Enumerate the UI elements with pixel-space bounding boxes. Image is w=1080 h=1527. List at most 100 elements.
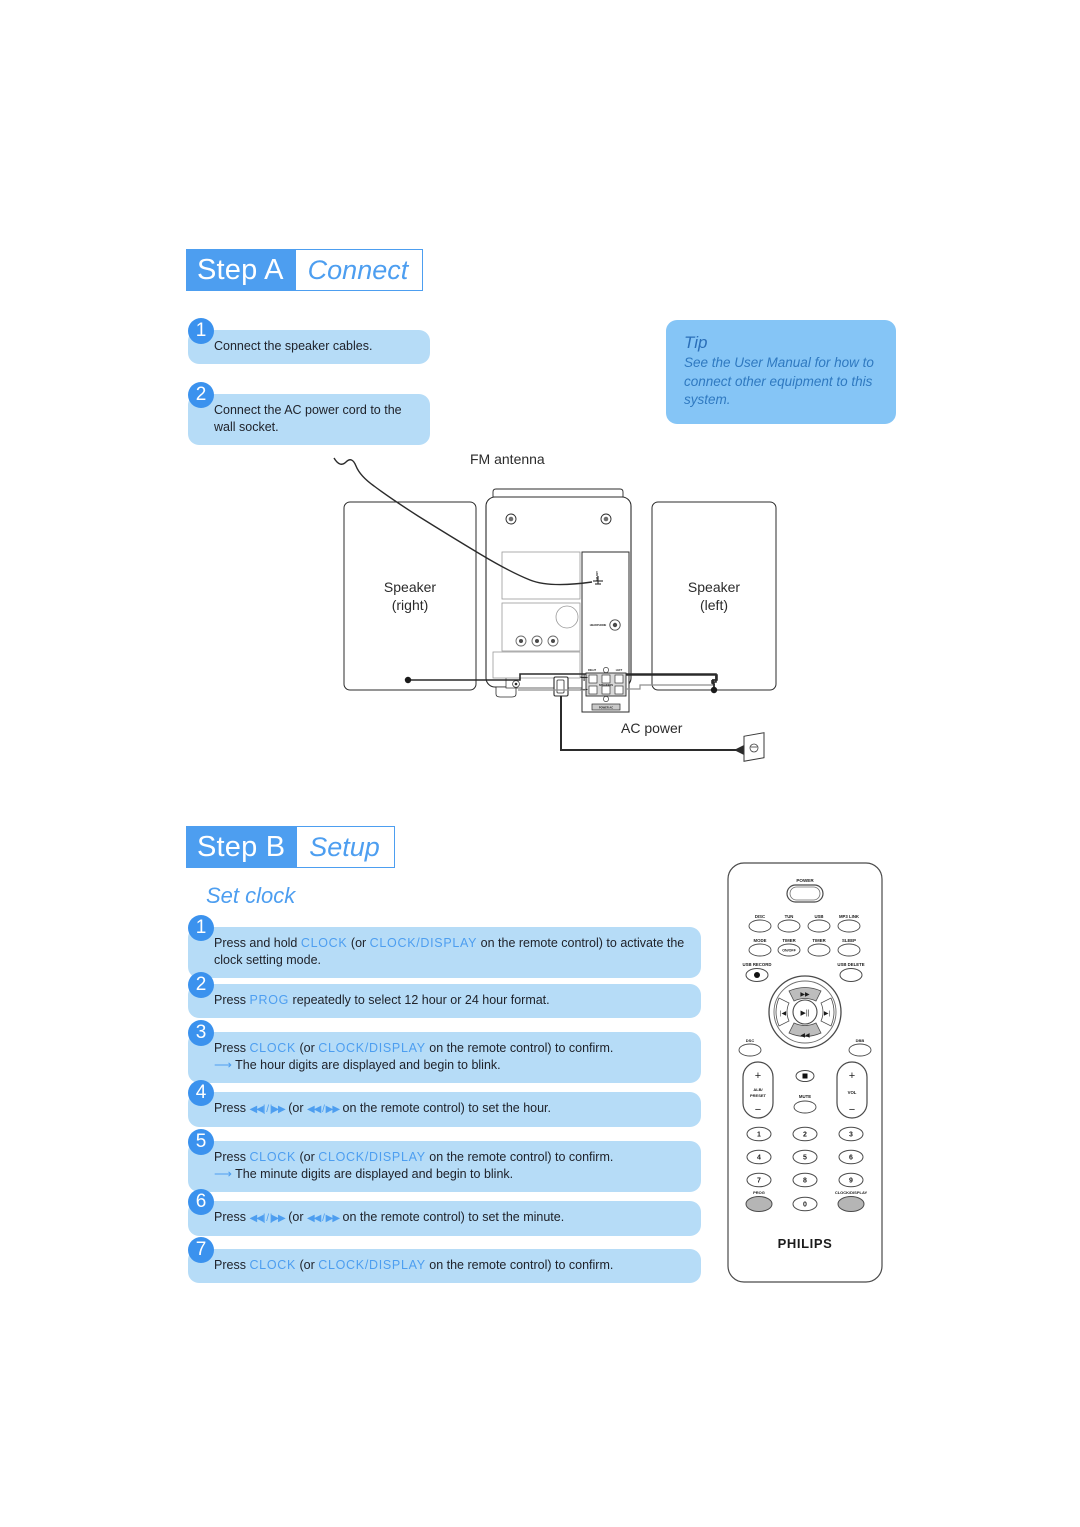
power-ac-label: POWER AC bbox=[599, 706, 613, 710]
remote-usb-label: USB bbox=[814, 914, 823, 919]
remote-mp3link-button bbox=[837, 919, 861, 933]
remote-timer-label: TIMER bbox=[812, 938, 826, 943]
clock-step-1-kw2: CLOCK/DISPLAY bbox=[369, 936, 478, 950]
remote-dsc-label: DSC bbox=[746, 1038, 755, 1043]
clock-step-3-c: on the remote control) to confirm. bbox=[425, 1041, 614, 1055]
unit-screw-top-right-inner bbox=[603, 516, 609, 522]
step-b-header: Step B Setup bbox=[186, 826, 395, 868]
remote-usb-delete-label: USB DELETE bbox=[837, 962, 864, 967]
remote-timer-button bbox=[807, 943, 831, 957]
remote-nav-down-icon: ◀◀ bbox=[800, 1033, 810, 1039]
remote-number-6-label: 6 bbox=[849, 1155, 853, 1162]
clock-step-4-number: 4 bbox=[188, 1080, 214, 1106]
remote-vol-minus-icon: − bbox=[849, 1104, 855, 1116]
clock-step-6: 6 Press ◀◀| / |▶▶ (or ◀◀ / ▶▶ on the rem… bbox=[188, 1189, 701, 1236]
clock-step-3-result: The hour digits are displayed and begin … bbox=[235, 1058, 501, 1072]
clock-step-1-b: (or bbox=[347, 936, 370, 950]
clock-step-3-number: 3 bbox=[188, 1020, 214, 1046]
clock-step-5-c: on the remote control) to confirm. bbox=[425, 1150, 614, 1164]
clock-step-4-a: Press bbox=[214, 1101, 250, 1115]
speaker-left-label-1: Speaker bbox=[688, 579, 740, 595]
remote-number-1-label: 1 bbox=[757, 1132, 761, 1139]
remote-usb-record-label: USB RECORD bbox=[743, 962, 772, 967]
remote-nav-up-icon: ▶▶ bbox=[800, 992, 810, 998]
clock-step-7: 7 Press CLOCK (or CLOCK/DISPLAY on the r… bbox=[188, 1237, 701, 1283]
remote-alb-preset-label-2: PRESET bbox=[750, 1093, 767, 1098]
step-a-name: Connect bbox=[295, 249, 424, 291]
step-a-header: Step A Connect bbox=[186, 249, 424, 291]
step-a-item-1: 1 Connect the speaker cables. bbox=[188, 318, 430, 364]
speaker-left-label-2: (left) bbox=[700, 597, 728, 613]
clock-step-7-kw2: CLOCK/DISPLAY bbox=[318, 1258, 426, 1272]
remote-disc-label: DISC bbox=[755, 914, 765, 919]
remote-usb-delete-button bbox=[839, 968, 863, 982]
clock-step-1-number: 1 bbox=[188, 915, 214, 941]
remote-number-7-label: 7 bbox=[757, 1178, 761, 1185]
remote-timer-onoff-label: TIMER bbox=[782, 938, 796, 943]
clock-step-7-c: on the remote control) to confirm. bbox=[425, 1258, 614, 1272]
clock-step-7-number: 7 bbox=[188, 1237, 214, 1263]
terminal-right-label: RIGHT bbox=[588, 668, 596, 672]
remote-number-8-label: 8 bbox=[803, 1178, 807, 1185]
clock-step-2-b: repeatedly to select 12 hour or 24 hour … bbox=[289, 993, 550, 1007]
remote-mute-button bbox=[793, 1100, 817, 1114]
clock-step-6-text: Press ◀◀| / |▶▶ (or ◀◀ / ▶▶ on the remot… bbox=[188, 1201, 701, 1236]
remote-tun-label: TUN bbox=[785, 914, 794, 919]
terminal-screw-bottom bbox=[603, 696, 609, 702]
set-clock-title: Set clock bbox=[206, 883, 296, 908]
terminal-l-plus bbox=[601, 674, 611, 684]
step-b-name: Setup bbox=[297, 826, 395, 868]
remote-alb-minus-icon: − bbox=[755, 1104, 761, 1116]
clock-step-4: 4 Press ◀◀| / |▶▶ (or ◀◀ / ▶▶ on the rem… bbox=[188, 1080, 701, 1127]
remote-alb-plus-icon: + bbox=[755, 1070, 761, 1082]
remote-vol-label: VOL bbox=[848, 1090, 857, 1095]
unit-vent-upper bbox=[501, 551, 581, 600]
remote-number-5-label: 5 bbox=[803, 1155, 807, 1162]
rewind-forward-icon: ◀◀ / ▶▶ bbox=[306, 1104, 340, 1115]
clock-step-5-number: 5 bbox=[188, 1129, 214, 1155]
clock-step-5-a: Press bbox=[214, 1150, 250, 1164]
clock-step-3-kw2: CLOCK/DISPLAY bbox=[318, 1041, 426, 1055]
speaker-right-label-1: Speaker bbox=[384, 579, 436, 595]
remote-prog-label: PROG bbox=[753, 1190, 765, 1195]
ac-power-label: AC power bbox=[621, 720, 683, 736]
fm-jack-label: FM ANT bbox=[595, 571, 599, 581]
remote-disc-button bbox=[748, 919, 772, 933]
remote-number-3-label: 3 bbox=[849, 1132, 853, 1139]
clock-step-3-b: (or bbox=[296, 1041, 319, 1055]
ac-inlet-socket-inner bbox=[556, 679, 565, 694]
unit-base-screw-left-inner bbox=[514, 682, 518, 686]
clock-step-5-arrow-icon: ⟶ bbox=[214, 1167, 232, 1181]
clock-step-6-a: Press bbox=[214, 1210, 250, 1224]
step-a-item-1-number: 1 bbox=[188, 318, 214, 344]
terminal-left-label: LEFT bbox=[616, 668, 623, 672]
remote-mode-label: MODE bbox=[754, 938, 767, 943]
unit-body-top bbox=[492, 488, 624, 498]
clock-step-3-a: Press bbox=[214, 1041, 250, 1055]
tip-title: Tip bbox=[684, 333, 708, 352]
headphone-label: HEADPHONE bbox=[590, 623, 607, 627]
remote-mode-button bbox=[748, 943, 772, 957]
speakers-label: SPEAKERS bbox=[599, 683, 614, 687]
remote-number-4-label: 4 bbox=[757, 1155, 761, 1162]
remote-power-button-inner bbox=[789, 886, 821, 901]
clock-step-7-text: Press CLOCK (or CLOCK/DISPLAY on the rem… bbox=[188, 1249, 701, 1283]
clock-step-2: 2 Press PROG repeatedly to select 12 hou… bbox=[188, 972, 701, 1018]
clock-step-3-text: Press CLOCK (or CLOCK/DISPLAY on the rem… bbox=[188, 1032, 701, 1083]
speaker-cable-left-end bbox=[710, 686, 718, 694]
remote-nav-right-icon: ▶| bbox=[824, 1011, 831, 1017]
connection-diagram: FM ANT HEADPHONE RIGHT LEFT SPEAKERS + −… bbox=[330, 440, 790, 800]
clock-step-2-text: Press PROG repeatedly to select 12 hour … bbox=[188, 984, 701, 1018]
remote-mp3link-label: MP3 LINK bbox=[839, 914, 860, 919]
step-b-label: Step B bbox=[186, 826, 298, 868]
rewind-forward-icon-2: ◀◀ / ▶▶ bbox=[306, 1213, 340, 1224]
clock-step-5-b: (or bbox=[296, 1150, 319, 1164]
clock-step-4-text: Press ◀◀| / |▶▶ (or ◀◀ / ▶▶ on the remot… bbox=[188, 1092, 701, 1127]
unit-jack-b-inner bbox=[535, 639, 539, 643]
prev-next-track-icon: ◀◀| / |▶▶ bbox=[249, 1104, 285, 1115]
clock-step-1-a: Press and hold bbox=[214, 936, 301, 950]
clock-step-6-c: on the remote control) to set the minute… bbox=[339, 1210, 565, 1224]
speaker-left-box bbox=[651, 501, 777, 691]
clock-step-2-number: 2 bbox=[188, 972, 214, 998]
remote-number-2-label: 2 bbox=[803, 1132, 807, 1139]
